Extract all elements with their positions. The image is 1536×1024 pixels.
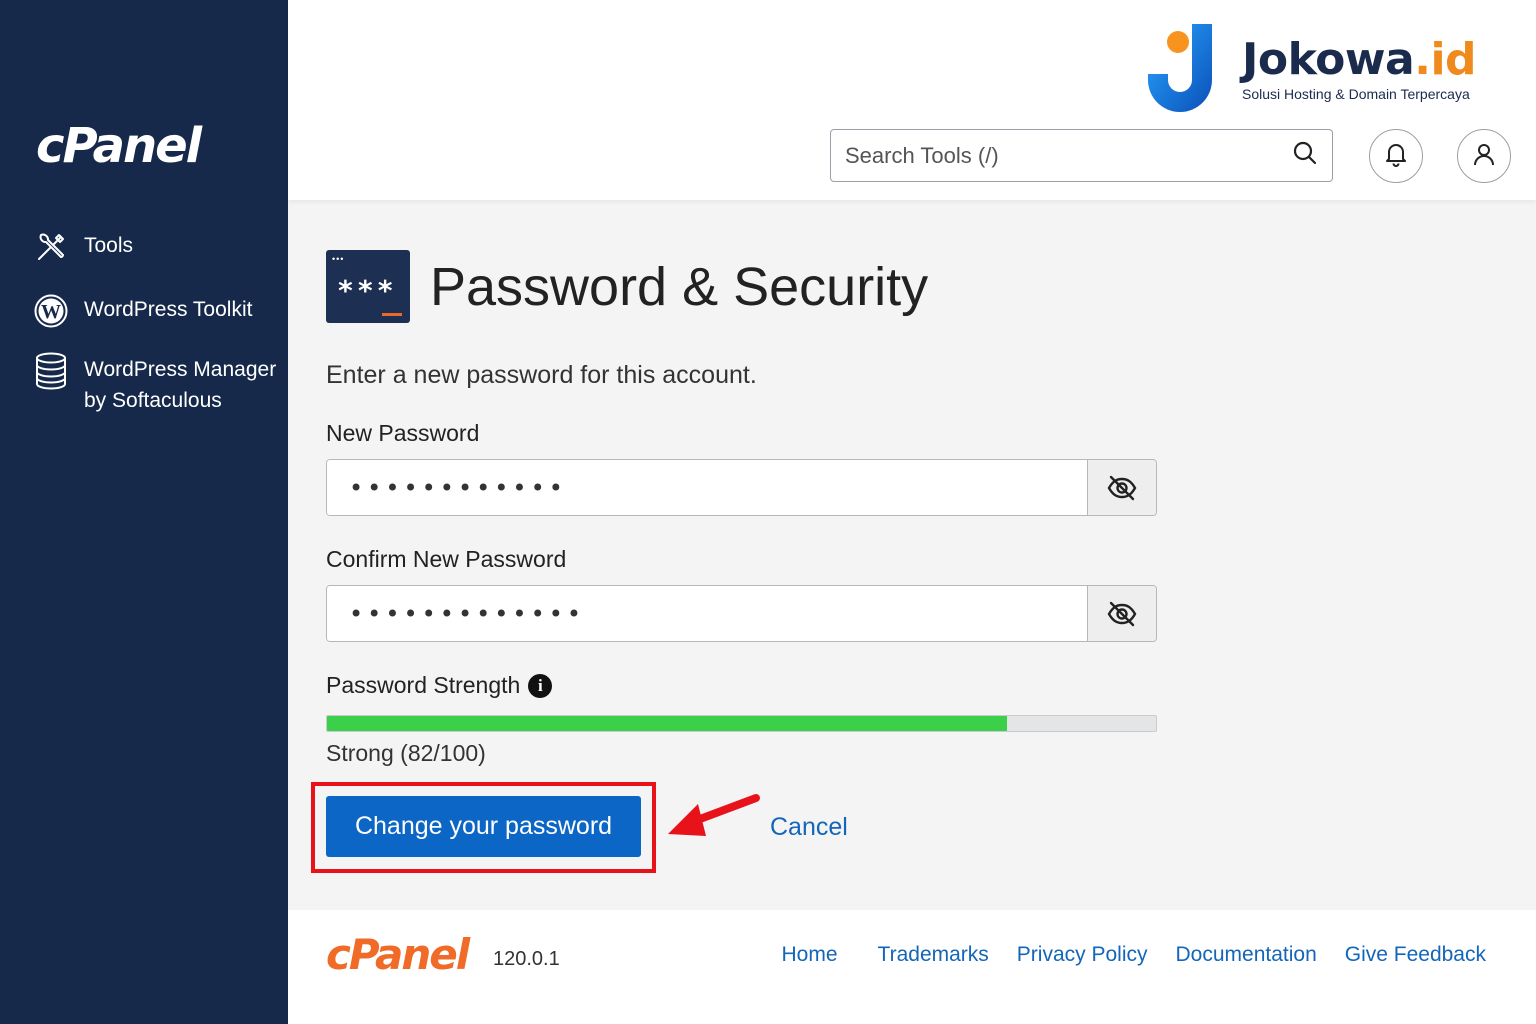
sidebar-item-label: WordPress Manager by Softaculous	[84, 358, 277, 412]
password-security-icon: ••• ***	[326, 250, 410, 323]
toggle-visibility-button[interactable]	[1087, 586, 1156, 641]
brand-tagline: Solusi Hosting & Domain Terpercaya	[1242, 86, 1470, 102]
brand-name: Jokowa	[1242, 34, 1415, 85]
change-password-button[interactable]: Change your password	[326, 796, 641, 857]
main-content: ••• *** Password & Security Enter a new …	[311, 250, 1166, 873]
new-password-label: New Password	[326, 420, 480, 446]
sidebar: cPanel Tools W WordPress Toolkit WordPre…	[0, 0, 288, 1024]
search-box	[830, 129, 1333, 182]
confirm-password-label: Confirm New Password	[326, 546, 567, 572]
eye-off-icon	[1107, 475, 1137, 500]
user-menu-button[interactable]	[1457, 129, 1511, 183]
sidebar-item-label: Tools	[84, 234, 134, 257]
footer-link-give-feedback[interactable]: Give Feedback	[1345, 943, 1486, 967]
eye-off-icon	[1107, 601, 1137, 626]
sidebar-item-tools[interactable]: Tools	[34, 230, 133, 264]
page-title: Password & Security	[430, 256, 929, 317]
cancel-link[interactable]: Cancel	[770, 813, 848, 842]
footer-link-privacy-policy[interactable]: Privacy Policy	[1017, 943, 1148, 967]
sidebar-item-wordpress-toolkit[interactable]: W WordPress Toolkit	[34, 294, 252, 328]
cpanel-logo[interactable]: cPanel	[36, 118, 202, 174]
confirm-password-input[interactable]	[327, 586, 1087, 641]
footer-link-home[interactable]: Home	[782, 943, 838, 967]
password-strength-text: Strong (82/100)	[326, 740, 486, 766]
password-strength-label: Password Strength	[326, 672, 521, 698]
footer-link-documentation[interactable]: Documentation	[1176, 943, 1317, 967]
strength-meter-fill	[327, 716, 1007, 731]
footer-link-trademarks[interactable]: Trademarks	[878, 943, 989, 967]
jokowa-brand: Jokowa.id Solusi Hosting & Domain Terper…	[1144, 20, 1477, 116]
svg-text:W: W	[41, 301, 61, 323]
footer-cpanel-logo[interactable]: cPanel	[326, 930, 470, 979]
bell-icon	[1383, 141, 1409, 172]
sidebar-item-wordpress-manager[interactable]: WordPress Manager by Softaculous	[34, 352, 284, 416]
new-password-input[interactable]	[327, 460, 1087, 515]
sidebar-item-label: WordPress Toolkit	[84, 298, 253, 321]
search-input[interactable]	[845, 142, 1292, 169]
intro-text: Enter a new password for this account.	[326, 361, 757, 389]
wordpress-icon: W	[34, 294, 68, 328]
confirm-password-field	[326, 585, 1157, 642]
user-icon	[1471, 141, 1497, 172]
toggle-visibility-button[interactable]	[1087, 460, 1156, 515]
notifications-button[interactable]	[1369, 129, 1423, 183]
footer-links: Home Trademarks Privacy Policy Documenta…	[782, 943, 1486, 967]
tools-icon	[34, 230, 68, 264]
top-header: Jokowa.id Solusi Hosting & Domain Terper…	[288, 0, 1536, 200]
jokowa-logo-icon	[1148, 24, 1212, 112]
version-label: 120.0.1	[493, 948, 560, 970]
pointer-arrow-icon	[668, 794, 760, 836]
brand-tld: .id	[1414, 34, 1477, 85]
info-icon[interactable]: i	[528, 673, 553, 698]
new-password-field	[326, 459, 1157, 516]
search-icon[interactable]	[1292, 140, 1318, 171]
database-icon	[34, 352, 68, 390]
footer: cPanel 120.0.1 Home Trademarks Privacy P…	[288, 910, 1536, 1024]
password-strength-meter	[326, 715, 1157, 732]
